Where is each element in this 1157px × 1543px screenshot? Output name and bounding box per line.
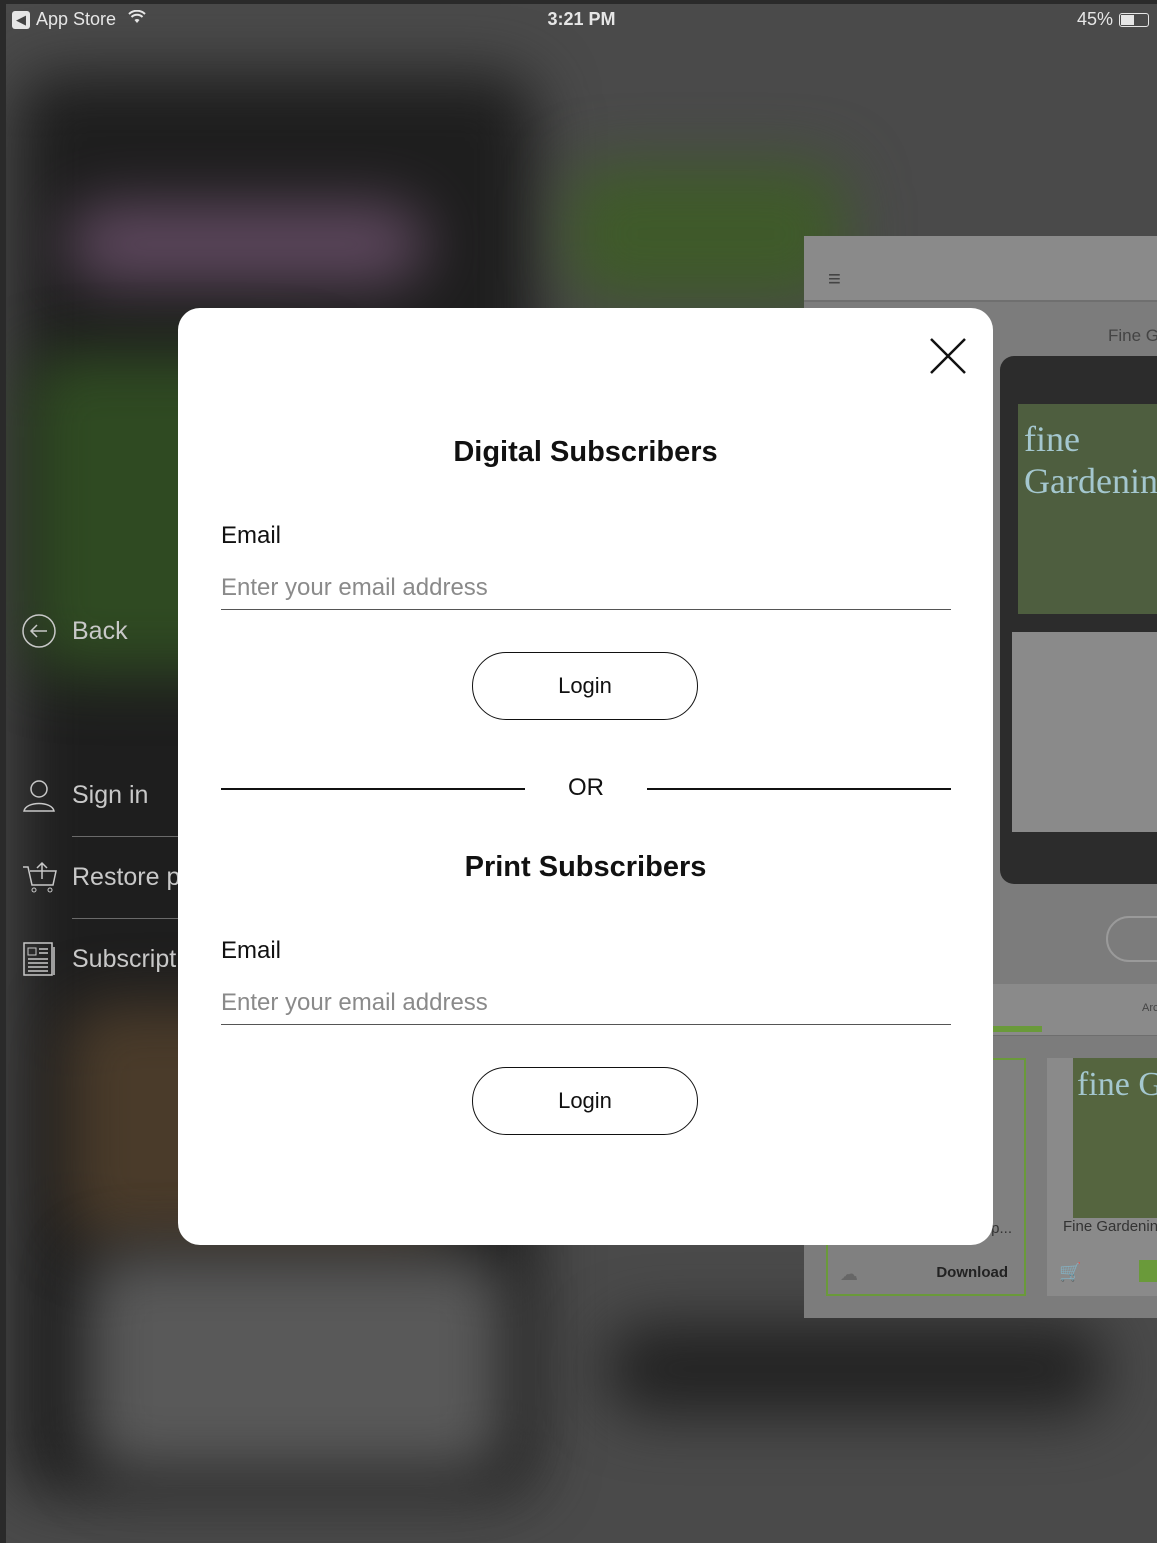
side-menu-sign-in[interactable]: Sign in <box>20 776 148 814</box>
digital-login-button[interactable]: Login <box>472 652 698 720</box>
battery-percent: 45% <box>1076 9 1113 29</box>
digital-subscribers-title: Digital Subscribers <box>453 436 718 468</box>
issue-cover: fine Gardening <box>1073 1058 1157 1218</box>
print-email-input[interactable] <box>221 981 951 1025</box>
print-login-button[interactable]: Login <box>472 1067 698 1135</box>
separator-line <box>647 788 951 790</box>
side-menu-label: Sign in <box>72 780 149 809</box>
or-separator: OR <box>221 774 951 804</box>
status-bar: ◀ App Store 3:21 PM 45% <box>6 4 1157 36</box>
buy-button[interactable] <box>1139 1260 1157 1282</box>
tablet-preview-image: fine Gardening <box>1000 356 1157 884</box>
digital-email-label: Email <box>221 522 282 549</box>
print-subscribers-title: Print Subscribers <box>464 851 707 883</box>
app-header: ≡ <box>804 236 1157 302</box>
magazine-spread <box>1012 632 1157 832</box>
blurred-backdrop <box>86 1254 506 1474</box>
preview-button[interactable] <box>1106 916 1157 962</box>
side-menu-label: Subscript <box>72 944 177 973</box>
active-tab-indicator <box>990 1026 1042 1032</box>
battery-icon <box>1119 12 1149 27</box>
battery-status: 45% <box>1077 9 1149 30</box>
close-icon <box>930 338 966 374</box>
login-modal: Digital Subscribers Email Login OR Print… <box>178 308 993 1245</box>
side-menu-label: Restore p <box>72 862 181 891</box>
user-icon <box>20 776 58 814</box>
side-menu-subscriptions[interactable]: Subscript <box>20 940 176 978</box>
digital-email-input[interactable] <box>221 566 951 610</box>
blurred-backdrop <box>66 204 426 284</box>
side-menu-label: Back <box>72 616 128 645</box>
issue-title: Fine Gardenin <box>1063 1218 1157 1235</box>
clock: 3:21 PM <box>547 9 616 29</box>
cloud-download-icon: ☁ <box>840 1264 858 1284</box>
close-button[interactable] <box>926 334 970 378</box>
side-menu-back[interactable]: Back <box>20 612 128 650</box>
magazine-cover: fine Gardening <box>1018 404 1157 614</box>
newspaper-icon <box>20 940 58 978</box>
cart-icon: 🛒 <box>1059 1262 1082 1282</box>
issue-title: p... <box>991 1220 1012 1237</box>
app-title: Fine G <box>1108 326 1157 345</box>
cover-logo: fine Gardening <box>1077 1066 1157 1103</box>
hamburger-icon[interactable]: ≡ <box>828 266 841 292</box>
back-arrow-circle-icon <box>20 612 58 650</box>
issue-card[interactable]: fine Gardening Fine Gardenin 🛒 <box>1047 1058 1157 1296</box>
blurred-backdrop <box>606 1324 1106 1414</box>
tab-archive[interactable]: Arc <box>1142 1002 1157 1014</box>
side-menu-restore[interactable]: Restore p <box>20 858 180 896</box>
download-button[interactable]: Download <box>936 1264 1008 1281</box>
cover-logo: fine Gardening <box>1024 419 1157 501</box>
cart-restore-icon <box>20 858 58 896</box>
print-email-label: Email <box>221 937 282 964</box>
